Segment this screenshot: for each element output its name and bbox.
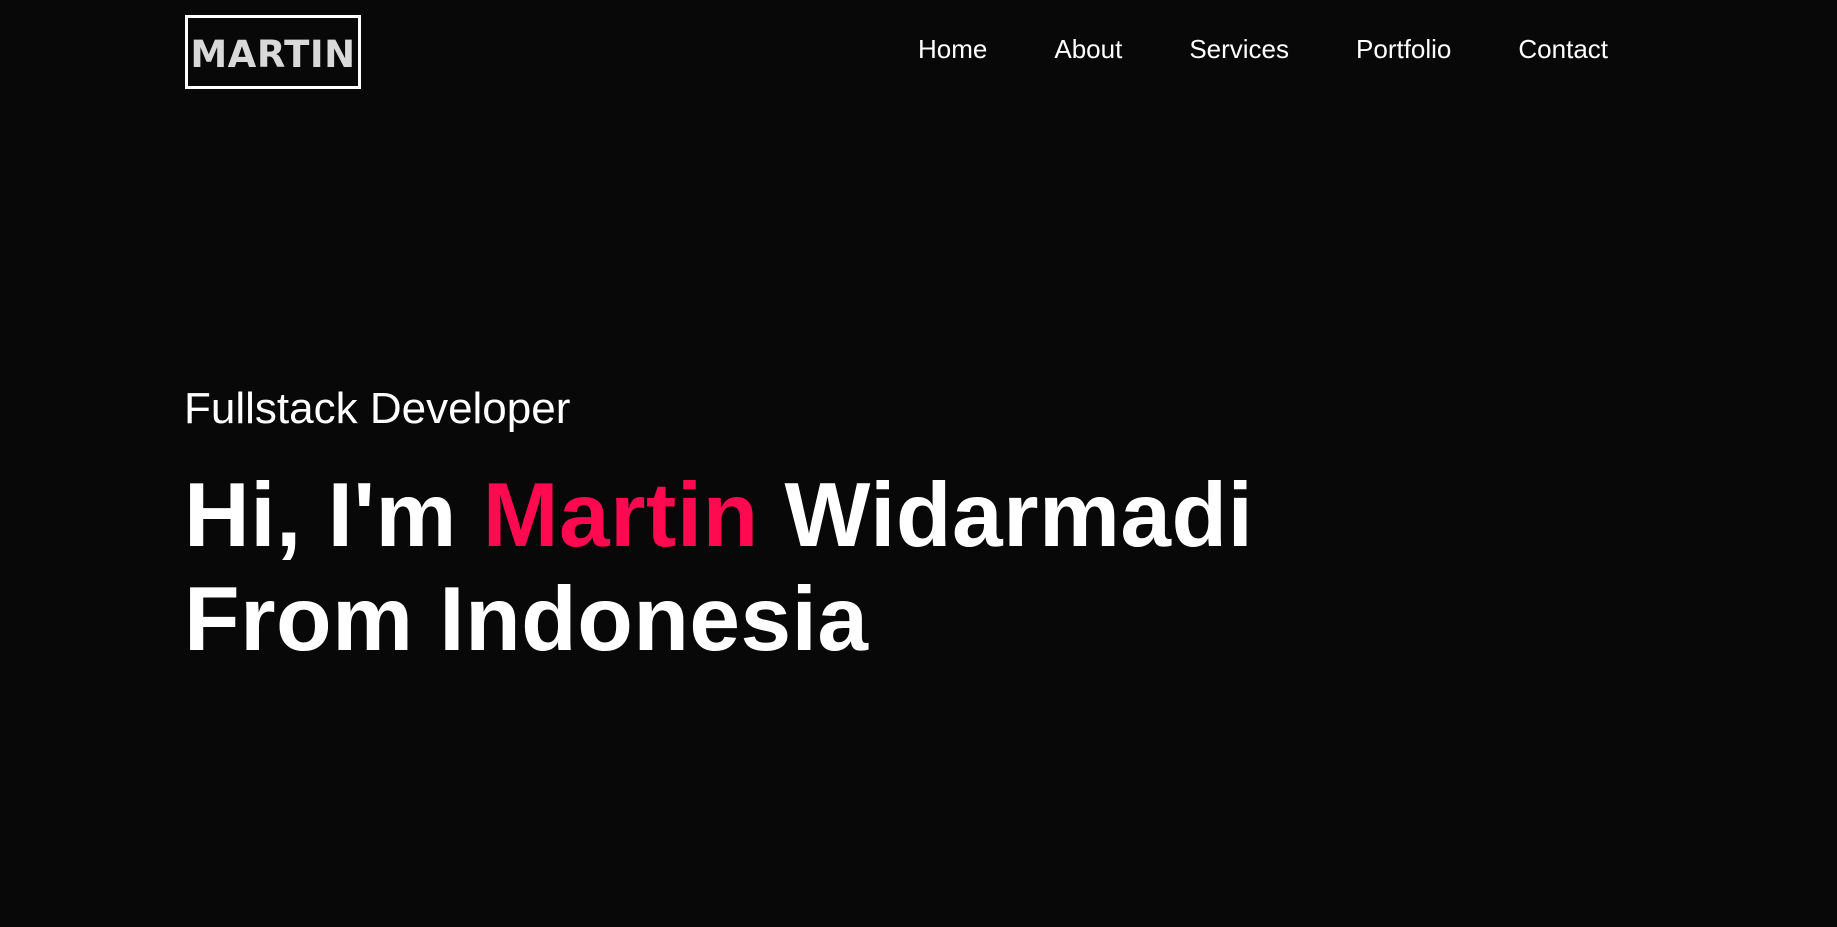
hero-title-highlight: Martin xyxy=(482,465,759,566)
nav-home[interactable]: Home xyxy=(918,36,987,62)
nav-contact[interactable]: Contact xyxy=(1518,36,1608,62)
main-nav: Home About Services Portfolio Contact xyxy=(918,36,1608,62)
nav-about[interactable]: About xyxy=(1054,36,1122,62)
hero-section: Fullstack Developer Hi, I'm Martin Widar… xyxy=(184,387,1253,672)
hero-title: Hi, I'm Martin Widarmadi From Indonesia xyxy=(184,464,1253,672)
hero-subtitle: Fullstack Developer xyxy=(184,384,571,433)
logo[interactable]: MARTIN xyxy=(185,15,361,89)
nav-portfolio[interactable]: Portfolio xyxy=(1356,36,1451,62)
logo-text: MARTIN xyxy=(190,32,356,76)
hero-title-prefix: Hi, I'm xyxy=(184,465,457,566)
hero-title-line2: From Indonesia xyxy=(184,569,869,670)
hero-title-suffix: Widarmadi xyxy=(784,465,1254,566)
nav-services[interactable]: Services xyxy=(1189,36,1289,62)
